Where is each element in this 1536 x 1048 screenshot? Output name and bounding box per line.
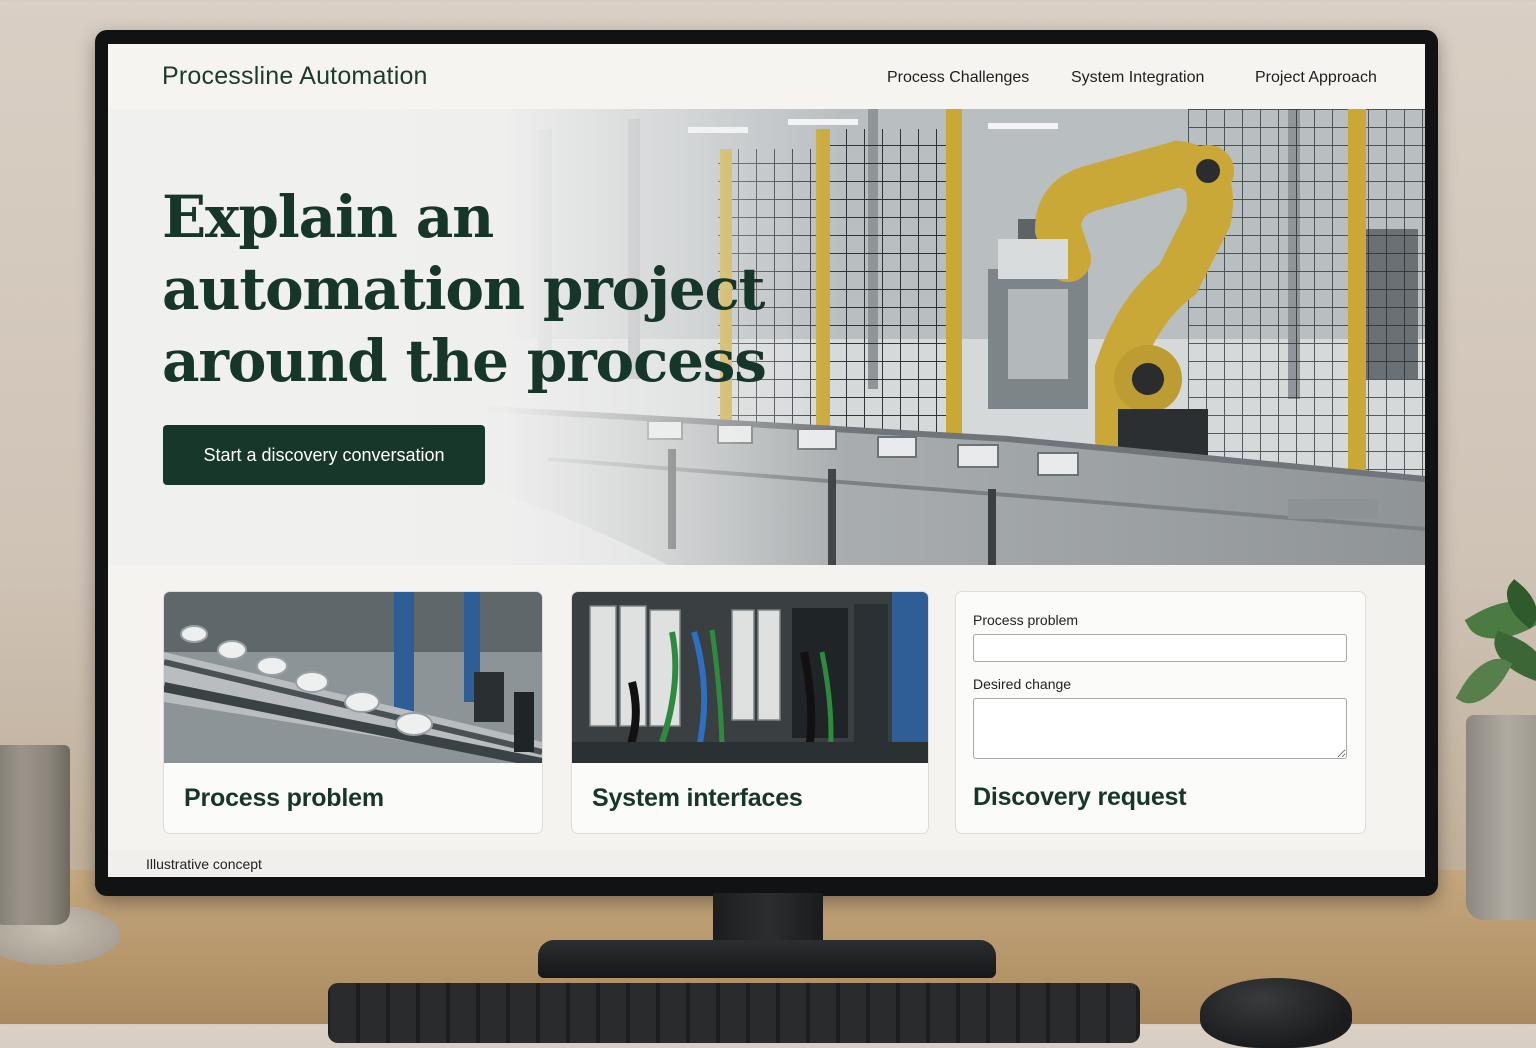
monitor-stand [713, 893, 823, 945]
card-system-interfaces[interactable]: System interfaces [571, 591, 929, 834]
start-discovery-button[interactable]: Start a discovery conversation [163, 425, 485, 485]
top-navigation: Processline Automation Process Challenge… [108, 44, 1425, 109]
nav-link-process-challenges[interactable]: Process Challenges [887, 69, 1029, 87]
desired-change-textarea[interactable] [973, 698, 1347, 759]
desired-change-label: Desired change [973, 676, 1072, 692]
process-problem-label: Process problem [973, 612, 1079, 628]
mouse [1200, 978, 1352, 1048]
web-page: Processline Automation Process Challenge… [108, 44, 1425, 877]
card-title: Process problem [184, 784, 384, 812]
mug [0, 745, 70, 925]
nav-link-project-approach[interactable]: Project Approach [1255, 69, 1377, 87]
plant-pot [1466, 715, 1536, 920]
hero-section: Explain an automation project around the… [108, 109, 1425, 565]
conveyor-image [164, 592, 542, 763]
monitor-stand-base [538, 940, 996, 978]
control-panel-image [572, 592, 928, 763]
footnote-text: Illustrative concept [146, 856, 262, 872]
brand-logo[interactable]: Processline Automation [162, 62, 428, 91]
keyboard [328, 983, 1140, 1043]
nav-link-system-integration[interactable]: System Integration [1071, 69, 1204, 87]
footnote-bar: Illustrative concept [108, 850, 1425, 877]
card-title: System interfaces [592, 784, 803, 812]
card-discovery-request: Process problem Desired change Discovery… [955, 591, 1366, 834]
hero-heading: Explain an automation project around the… [162, 183, 767, 395]
card-title: Discovery request [973, 783, 1187, 811]
card-process-problem[interactable]: Process problem [163, 591, 543, 834]
process-problem-input[interactable] [973, 634, 1347, 662]
feature-cards: Process problem System interfaces Proces… [108, 565, 1425, 850]
